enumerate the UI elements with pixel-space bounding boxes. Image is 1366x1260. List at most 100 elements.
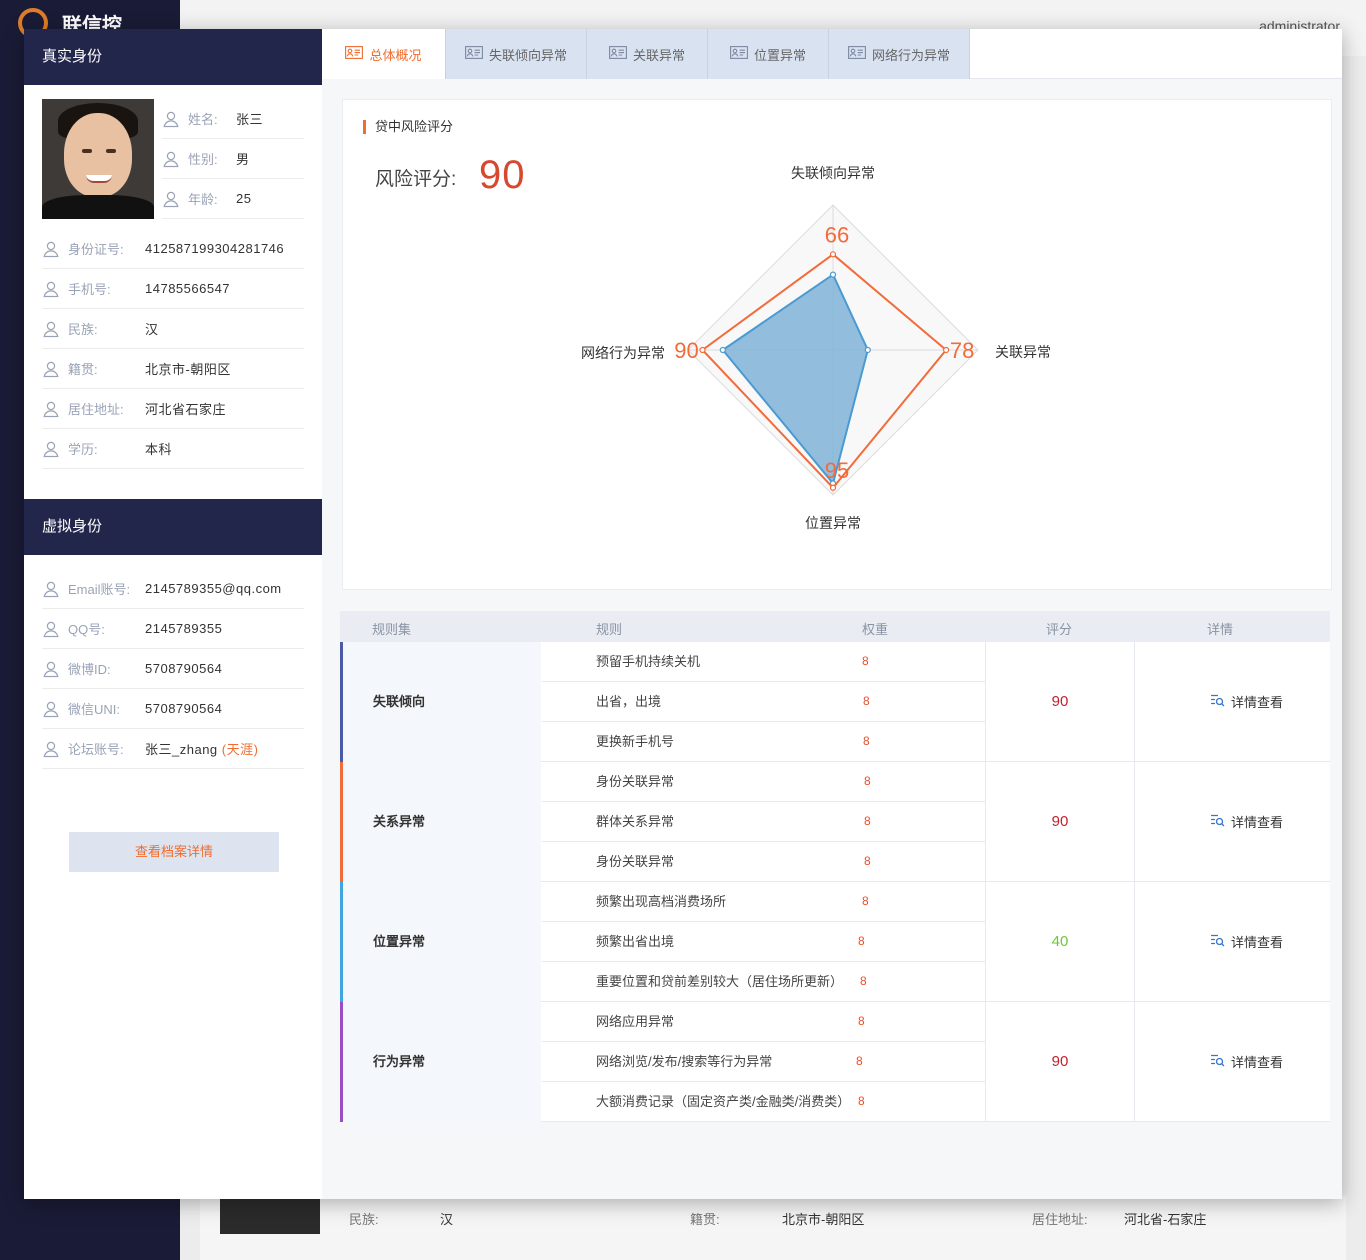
view-archive-button[interactable]: 查看档案详情 [69,832,279,872]
person-icon [162,150,180,168]
rule-row: 大额消费记录（固定资产类/金融类/消费类） [542,1082,985,1122]
bg-native-label: 籍贯: [690,1212,720,1227]
identity-panel: 真实身份 虚拟身份 查看档案详情 姓名: 张三 性别: 男年龄: 25 身份证号: 4125… [24,29,322,1199]
rule-group-score: 40 [985,882,1135,1002]
rule-name: 预留手机持续关机 [596,654,701,669]
profile-modal: 真实身份 虚拟身份 查看档案详情 姓名: 张三 性别: 男年龄: 25 身份证号: 4125… [24,29,1342,1199]
rule-name: 群体关系异常 [596,814,675,829]
rule-weight: 8 [862,654,869,668]
background-avatar [220,1196,320,1234]
rule-group-score: 90 [985,762,1135,882]
tab-1[interactable]: 失联倾向异常 [446,29,587,79]
virtual-field-value: 2145789355@qq.com [145,581,282,596]
real-field-label: 民族: [68,322,98,337]
header-detail: 详情 [1207,622,1234,637]
virtual-field-value: 5708790564 [145,701,223,716]
rule-group-score: 90 [985,642,1135,762]
rule-row: 出省，出境 [542,682,985,722]
tab-bar: 总体概况 失联倾向异常 关联异常 位置异常 网络行为异常 [322,29,1342,79]
rule-row: 更换新手机号 [542,722,985,762]
header-score: 评分 [1046,622,1073,637]
rule-set-name: 关系异常 [340,762,541,882]
person-icon [162,190,180,208]
detail-view-button[interactable]: 详情查看 [1210,692,1283,711]
header-weight: 权重 [862,622,889,637]
virtual-field-2: 微博ID: 5708790564 [42,649,304,689]
real-field-value: 汉 [145,322,159,337]
real-field-3: 籍贯: 北京市-朝阳区 [42,349,304,389]
person-icon [42,320,60,338]
real-field-label: 籍贯: [68,362,98,377]
tab-3[interactable]: 位置异常 [708,29,829,79]
real-field-label: 居住地址: [68,402,124,417]
rule-weight: 8 [858,1014,865,1028]
real-field-1: 手机号: 14785566547 [42,269,304,309]
radar-point [829,251,837,258]
rule-group-2: 位置异常 频繁出现高档消费场所 8 频繁出省出境 8 重要位置和贷前差别较大（居住场所更新… [340,882,1330,1002]
rule-name: 频繁出省出境 [596,934,675,949]
real-field-5: 学历: 本科 [42,429,304,469]
real-top-field-1: 性别: 男 [162,139,304,179]
tab-0[interactable]: 总体概况 [322,29,446,79]
person-icon [42,280,60,298]
rule-name: 网络应用异常 [596,1014,675,1029]
real-field-label: 学历: [68,442,98,457]
real-field-value: 14785566547 [145,281,231,296]
radar-point [829,271,837,278]
rules-table-header: 规则集 规则 权重 评分 详情 [340,611,1330,642]
tab-4[interactable]: 网络行为异常 [829,29,970,79]
real-field-2: 民族: 汉 [42,309,304,349]
real-field-value: 412587199304281746 [145,241,285,256]
detail-view-button[interactable]: 详情查看 [1210,812,1283,831]
real-field-4: 居住地址: 河北省石家庄 [42,389,304,429]
rule-weight: 8 [863,694,870,708]
rule-row: 身份关联异常 [542,842,985,882]
id-card-icon [345,46,364,62]
detail-view-button[interactable]: 详情查看 [1210,932,1283,951]
id-card-icon [848,46,866,62]
bg-ethnicity-label: 民族: [349,1212,379,1227]
background-info-strip [200,1196,1346,1260]
real-field-0: 身份证号: 412587199304281746 [42,229,304,269]
radar-chart: 66 78 95 90 失联倾向异常关联异常位置异常 网络行为异常 [581,165,1051,531]
virtual-field-label: Email账号: [68,582,131,597]
real-top-field-value: 张三 [236,112,264,127]
rule-set-name: 失联倾向 [340,642,541,762]
tab-label: 网络行为异常 [871,47,950,63]
rule-weight: 8 [864,774,871,788]
rule-group-1: 关系异常 身份关联异常 8 群体关系异常 8 身份关联异常 8 90 详情查看 [340,762,1330,882]
rule-row: 频繁出现高档消费场所 [542,882,985,922]
rule-group-3: 行为异常 网络应用异常 8 网络浏览/发布/搜索等行为异常 8 大额消费记录（固定资产类/… [340,1002,1330,1122]
real-top-field-label: 年龄: [188,192,218,207]
person-icon [42,400,60,418]
bg-ethnicity-value: 汉 [440,1212,454,1227]
tab-2[interactable]: 关联异常 [587,29,708,79]
virtual-field-value: 5708790564 [145,661,223,676]
radar-axis-label: 关联异常 [995,344,1051,360]
person-icon [42,240,60,258]
rule-weight: 8 [858,1094,865,1108]
person-icon [42,580,60,598]
real-field-value: 本科 [145,442,173,457]
rule-name: 大额消费记录（固定资产类/金融类/消费类） [596,1094,851,1109]
real-top-field-label: 性别: [188,152,218,167]
radar-axis-label: 位置异常 [805,515,861,531]
virtual-field-label: 微博ID: [68,662,111,677]
rule-weight: 8 [864,854,871,868]
real-top-field-value: 25 [236,191,252,206]
real-identity-title: 真实身份 [24,29,322,85]
rule-name: 出省，出境 [596,694,662,709]
header-rule-set: 规则集 [372,622,412,637]
rule-row: 预留手机持续关机 [542,642,985,682]
virtual-field-value: 张三_zhang (天涯) [145,742,259,757]
rule-row: 群体关系异常 [542,802,985,842]
tab-label: 失联倾向异常 [488,47,567,63]
real-top-field-value: 男 [236,152,250,167]
virtual-field-1: QQ号: 2145789355 [42,609,304,649]
radar-value-label: 66 [825,222,849,247]
radar-point [864,346,871,354]
virtual-field-label: QQ号: [68,622,105,637]
detail-view-button[interactable]: 详情查看 [1210,1052,1283,1071]
detail-label: 详情查看 [1231,815,1284,830]
person-photo [42,99,154,219]
